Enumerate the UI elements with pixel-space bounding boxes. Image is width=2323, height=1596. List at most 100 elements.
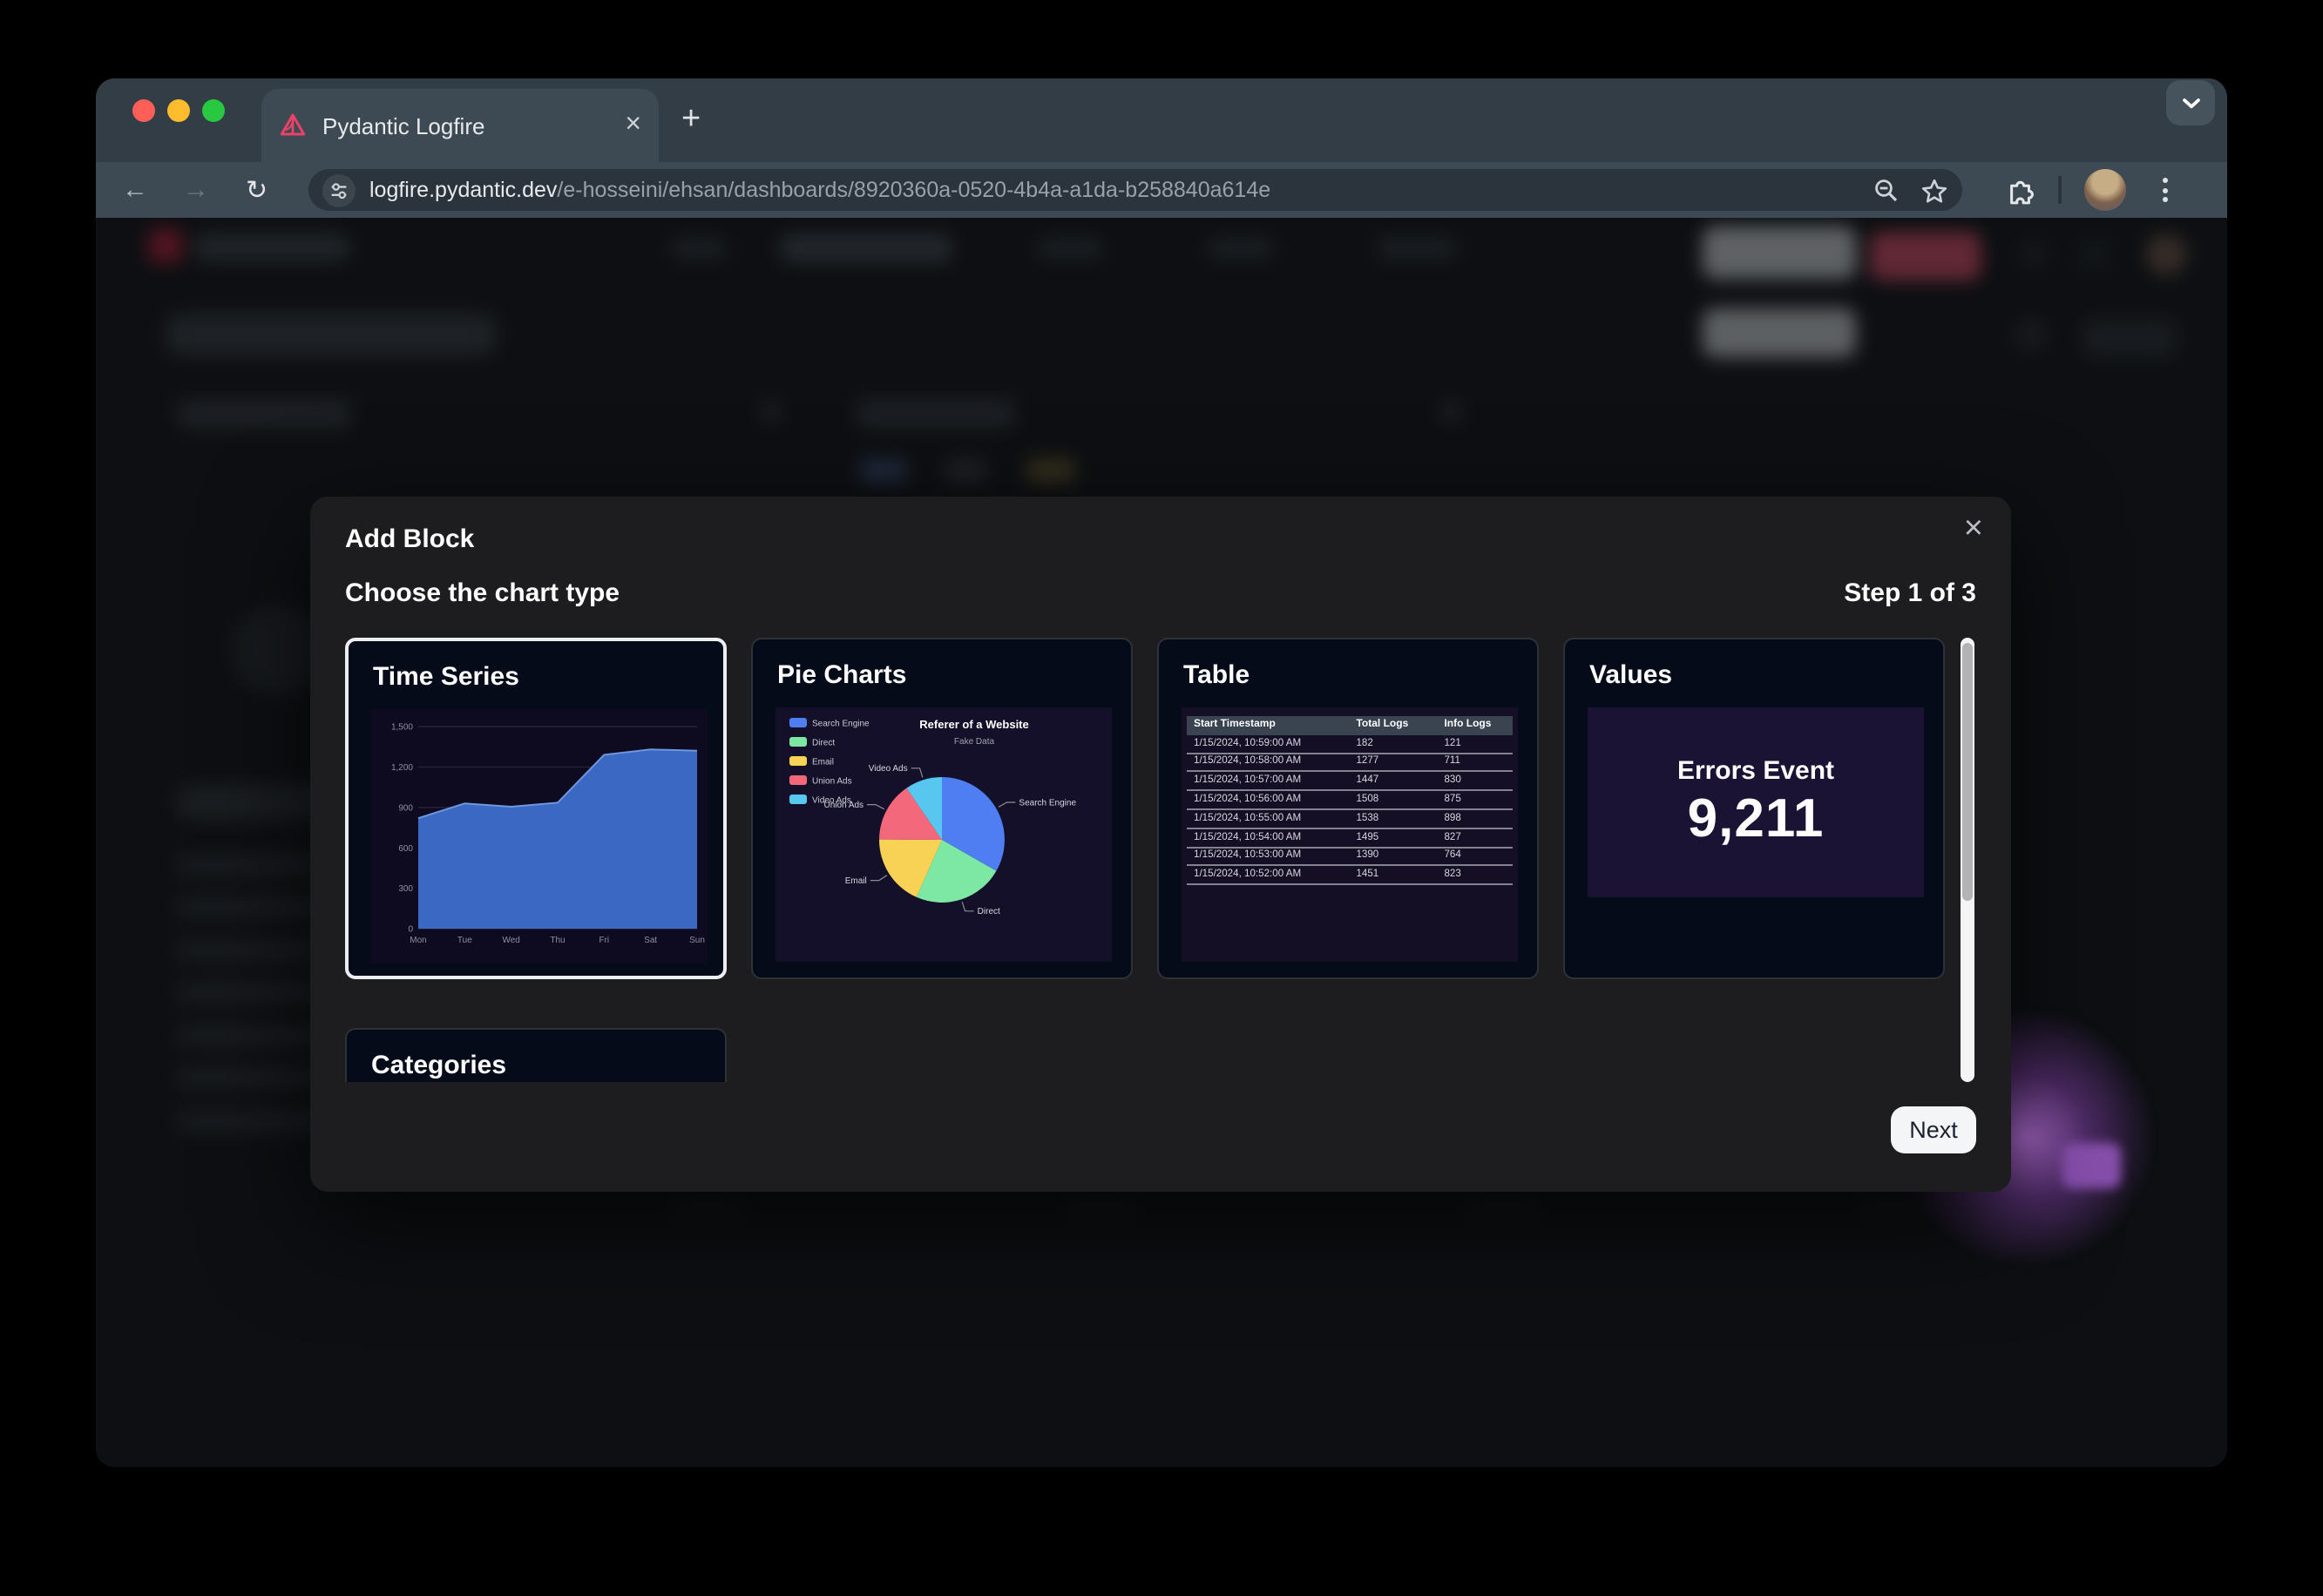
minimize-window-button[interactable] [167,99,190,122]
table-cell: 1451 [1356,870,1444,881]
table-cell: 1/15/2024, 10:58:00 AM [1187,757,1356,768]
table-cell: 121 [1444,738,1513,748]
tab-search-chevron-button[interactable] [2166,80,2215,125]
modal-subtitle: Choose the chart type [345,578,620,608]
table-cell: 1447 [1356,776,1444,787]
svg-text:Video Ads: Video Ads [869,764,908,774]
browser-menu-button[interactable] [2152,171,2177,209]
table-row: 1/15/2024, 10:58:00 AM1277711 [1187,754,1513,773]
svg-text:0: 0 [408,925,413,935]
tab-pydantic-logfire[interactable]: Pydantic Logfire × [261,89,659,162]
table-row: 1/15/2024, 10:57:00 AM1447830 [1187,773,1513,792]
back-button[interactable]: ← [122,175,148,205]
table-cell: 1/15/2024, 10:57:00 AM [1187,776,1356,787]
screen: Pydantic Logfire × + ← → ↻ [0,0,2323,1596]
svg-text:Fake Data: Fake Data [954,737,995,747]
bookmark-star-icon[interactable] [1920,177,1948,203]
svg-text:1,500: 1,500 [391,723,413,733]
pie-preview-chart: Search Engine Direct Email Union Ads Video A… [775,707,1112,962]
svg-text:Tue: Tue [457,936,472,945]
table-cell: 1/15/2024, 10:55:00 AM [1187,814,1356,824]
new-tab-button[interactable]: + [681,101,701,139]
step-indicator: Step 1 of 3 [1844,578,1976,608]
card-categories-label: Categories [371,1051,506,1080]
table-cell: 1/15/2024, 10:54:00 AM [1187,832,1356,842]
site-settings-icon[interactable] [322,173,356,206]
url-domain: logfire.pydantic.dev [369,178,557,202]
table-cell: 1508 [1356,795,1444,805]
table-row: 1/15/2024, 10:54:00 AM1495827 [1187,829,1513,849]
svg-text:Search Engine: Search Engine [812,720,870,729]
tab-close-icon[interactable]: × [625,112,641,139]
browser-toolbar: ← → ↻ logfire.pydantic.dev/e-hosseini/eh… [96,162,2227,218]
zoom-indicator-icon[interactable] [1873,177,1900,203]
address-bar[interactable]: logfire.pydantic.dev/e-hosseini/ehsan/da… [308,169,1962,211]
table-header-cell: Start Timestamp [1187,720,1356,731]
svg-text:Wed: Wed [502,936,519,945]
chart-type-scroll-area[interactable]: Time Series 03006009001,2001,500MonTueWe… [345,638,1948,1082]
metric-value: 9,211 [1688,787,1825,849]
table-cell: 1/15/2024, 10:59:00 AM [1187,738,1356,748]
table-cell: 898 [1444,814,1513,824]
table-cell: 827 [1444,832,1513,842]
url-path: /e-hosseini/ehsan/dashboards/8920360a-05… [557,178,1270,202]
table-cell: 875 [1444,795,1513,805]
svg-text:Email: Email [845,876,867,886]
card-values-label: Values [1589,660,1672,690]
svg-text:300: 300 [398,884,413,894]
extensions-puzzle-icon[interactable] [2006,175,2035,205]
table-cell: 182 [1356,738,1444,748]
table-row: 1/15/2024, 10:52:00 AM1451823 [1187,867,1513,886]
svg-text:Search Engine: Search Engine [1019,798,1076,808]
svg-text:Union Ads: Union Ads [812,777,852,787]
svg-text:Sat: Sat [644,936,657,945]
add-block-modal: Add Block × Choose the chart type Step 1… [310,497,2011,1192]
metric-title: Errors Event [1677,755,1834,785]
table-cell: 764 [1444,851,1513,862]
modal-close-icon[interactable]: × [1964,511,1983,549]
table-cell: 1/15/2024, 10:52:00 AM [1187,870,1356,881]
card-values[interactable]: Values Errors Event 9,211 [1563,638,1945,979]
browser-window: Pydantic Logfire × + ← → ↻ [96,78,2227,1467]
close-window-button[interactable] [132,99,155,122]
svg-text:Direct: Direct [978,907,1000,916]
card-time-series[interactable]: Time Series 03006009001,2001,500MonTueWe… [345,638,727,979]
svg-text:Fri: Fri [599,936,609,945]
svg-text:Email: Email [812,758,834,768]
blurred-badge [2062,1143,2121,1188]
card-table-label: Table [1183,660,1250,690]
table-cell: 1495 [1356,832,1444,842]
card-pie-charts-label: Pie Charts [777,660,906,690]
svg-text:Union Ads: Union Ads [823,801,864,810]
svg-text:900: 900 [398,803,413,813]
zoom-window-button[interactable] [202,99,225,122]
svg-text:Direct: Direct [812,739,835,748]
logfire-favicon-icon [279,112,307,139]
table-cell: 1538 [1356,814,1444,824]
card-categories[interactable]: Categories [345,1028,727,1082]
card-table[interactable]: Table Start TimestampTotal LogsInfo Logs… [1157,638,1539,979]
reload-button[interactable]: ↻ [246,174,268,206]
card-pie-charts[interactable]: Pie Charts Search Engine Direct Email Union… [751,638,1133,979]
table-cell: 1277 [1356,757,1444,768]
profile-avatar[interactable] [2084,169,2126,211]
tab-title: Pydantic Logfire [322,112,625,139]
table-cell: 1/15/2024, 10:56:00 AM [1187,795,1356,805]
table-cell: 711 [1444,757,1513,768]
svg-text:Mon: Mon [410,936,426,945]
table-cell: 1390 [1356,851,1444,862]
svg-text:1,200: 1,200 [391,763,413,773]
table-cell: 823 [1444,870,1513,881]
url-text[interactable]: logfire.pydantic.dev/e-hosseini/ehsan/da… [369,178,1859,202]
tab-strip: Pydantic Logfire × + [96,78,2227,162]
svg-text:Thu: Thu [550,936,565,945]
card-time-series-label: Time Series [373,662,519,692]
next-button[interactable]: Next [1891,1106,1976,1153]
modal-title: Add Block [345,524,474,554]
forward-button[interactable]: → [183,175,209,205]
table-row: 1/15/2024, 10:56:00 AM1508875 [1187,791,1513,810]
svg-text:Sun: Sun [689,936,705,945]
modal-scrollbar[interactable] [1961,638,1974,1082]
values-preview: Errors Event 9,211 [1588,707,1924,897]
modal-scrollbar-thumb[interactable] [1962,643,1973,901]
